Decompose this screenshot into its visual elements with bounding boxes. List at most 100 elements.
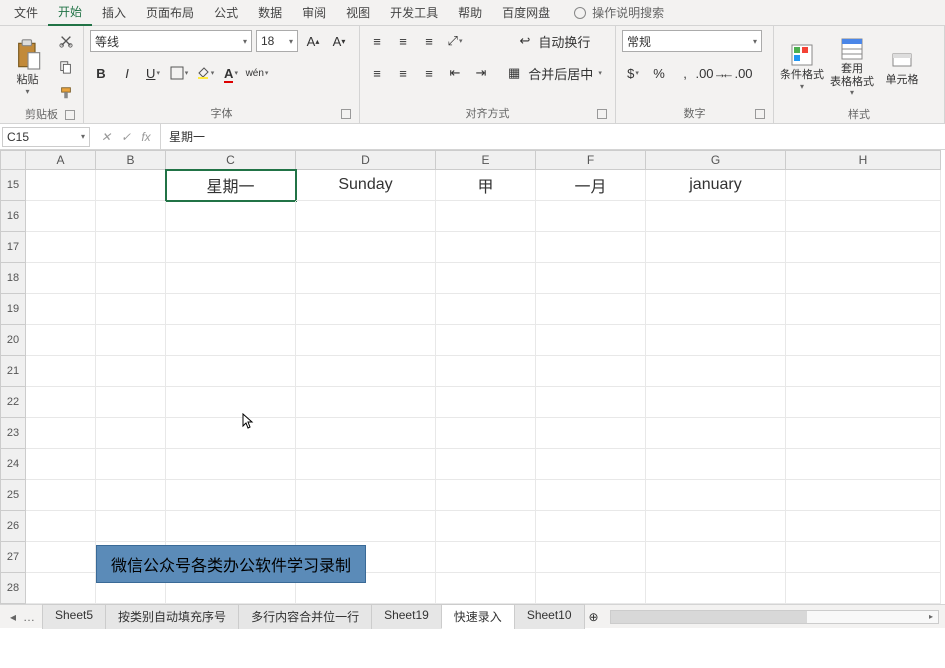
cell[interactable]: [26, 232, 96, 263]
border-button[interactable]: [168, 62, 190, 84]
cell[interactable]: [166, 480, 296, 511]
cut-button[interactable]: [55, 30, 77, 52]
cell[interactable]: [786, 325, 941, 356]
cell[interactable]: [436, 325, 536, 356]
cell[interactable]: [536, 263, 646, 294]
row-header[interactable]: 21: [0, 356, 26, 387]
name-box[interactable]: C15▾: [2, 127, 90, 147]
dialog-launcher-icon[interactable]: [755, 109, 765, 119]
increase-font-button[interactable]: A▴: [302, 30, 324, 52]
cell[interactable]: [436, 449, 536, 480]
dialog-launcher-icon[interactable]: [341, 109, 351, 119]
tab-view[interactable]: 视图: [336, 0, 380, 25]
cell[interactable]: [646, 387, 786, 418]
cell[interactable]: [536, 573, 646, 604]
cell[interactable]: 甲: [436, 170, 536, 201]
conditional-format-button[interactable]: 条件格式▾: [780, 30, 824, 104]
row-header[interactable]: 25: [0, 480, 26, 511]
cell[interactable]: [436, 418, 536, 449]
cell[interactable]: [436, 263, 536, 294]
align-bottom-button[interactable]: ≡: [418, 30, 440, 52]
cell[interactable]: [96, 449, 166, 480]
tab-formulas[interactable]: 公式: [204, 0, 248, 25]
underline-button[interactable]: U: [142, 62, 164, 84]
tab-data[interactable]: 数据: [248, 0, 292, 25]
cell[interactable]: [436, 294, 536, 325]
formula-bar[interactable]: 星期一: [161, 128, 945, 145]
tab-layout[interactable]: 页面布局: [136, 0, 204, 25]
cell[interactable]: [96, 511, 166, 542]
cell[interactable]: [166, 449, 296, 480]
tab-baidu[interactable]: 百度网盘: [492, 0, 560, 25]
cell[interactable]: [536, 356, 646, 387]
align-right-button[interactable]: ≡: [418, 62, 440, 84]
cell[interactable]: [646, 232, 786, 263]
enter-formula-button[interactable]: ✓: [118, 130, 134, 144]
orientation-button[interactable]: ⤢: [444, 30, 466, 52]
sheet-tab[interactable]: Sheet5: [42, 604, 106, 629]
cell[interactable]: [26, 170, 96, 201]
cell[interactable]: [536, 201, 646, 232]
col-header[interactable]: F: [536, 150, 646, 170]
row-header[interactable]: 19: [0, 294, 26, 325]
cell-styles-button[interactable]: 单元格: [880, 30, 924, 104]
row-header[interactable]: 23: [0, 418, 26, 449]
cell[interactable]: [96, 232, 166, 263]
cell[interactable]: [786, 480, 941, 511]
cell[interactable]: [296, 356, 436, 387]
sheet-tab[interactable]: 按类别自动填充序号: [105, 604, 239, 629]
tab-help[interactable]: 帮助: [448, 0, 492, 25]
sheet-tab[interactable]: Sheet19: [371, 604, 442, 629]
tab-home[interactable]: 开始: [48, 0, 92, 26]
accounting-format-button[interactable]: $: [622, 62, 644, 84]
cell[interactable]: [646, 449, 786, 480]
format-painter-button[interactable]: [55, 82, 77, 104]
sheet-nav-first[interactable]: ◂: [6, 610, 20, 624]
sheet-tab[interactable]: 多行内容合并位一行: [238, 604, 372, 629]
cell[interactable]: [166, 418, 296, 449]
row-header[interactable]: 24: [0, 449, 26, 480]
align-center-button[interactable]: ≡: [392, 62, 414, 84]
cell[interactable]: [536, 232, 646, 263]
cell[interactable]: [646, 480, 786, 511]
cell[interactable]: [536, 294, 646, 325]
cell[interactable]: [786, 356, 941, 387]
cell[interactable]: [26, 418, 96, 449]
cell[interactable]: [96, 170, 166, 201]
decrease-decimal-button[interactable]: ←.00: [726, 62, 748, 84]
cell[interactable]: [536, 387, 646, 418]
col-header[interactable]: H: [786, 150, 941, 170]
cell[interactable]: [786, 170, 941, 201]
row-header[interactable]: 17: [0, 232, 26, 263]
indent-decrease-button[interactable]: ⇤: [444, 62, 466, 84]
cell[interactable]: [26, 387, 96, 418]
cell[interactable]: [536, 542, 646, 573]
cell[interactable]: [646, 418, 786, 449]
wrap-text-button[interactable]: ↩ 自动换行: [504, 30, 606, 52]
cell[interactable]: [296, 294, 436, 325]
cell[interactable]: [96, 201, 166, 232]
insert-function-button[interactable]: fx: [138, 130, 154, 144]
cell[interactable]: [26, 511, 96, 542]
font-size-select[interactable]: 18▾: [256, 30, 298, 52]
cell[interactable]: [646, 542, 786, 573]
cell[interactable]: [26, 480, 96, 511]
cell[interactable]: [296, 201, 436, 232]
cell[interactable]: january: [646, 170, 786, 201]
row-header[interactable]: 22: [0, 387, 26, 418]
cell[interactable]: [436, 573, 536, 604]
cell[interactable]: [296, 449, 436, 480]
decrease-font-button[interactable]: A▾: [328, 30, 350, 52]
font-name-select[interactable]: 等线▾: [90, 30, 252, 52]
cell[interactable]: [786, 511, 941, 542]
cell[interactable]: [96, 325, 166, 356]
cell[interactable]: [646, 294, 786, 325]
cell[interactable]: [646, 263, 786, 294]
cell[interactable]: [96, 387, 166, 418]
cell[interactable]: [536, 511, 646, 542]
cell[interactable]: [436, 232, 536, 263]
cell[interactable]: [646, 573, 786, 604]
cell[interactable]: [96, 418, 166, 449]
cell[interactable]: [26, 573, 96, 604]
indent-increase-button[interactable]: ⇥: [470, 62, 492, 84]
